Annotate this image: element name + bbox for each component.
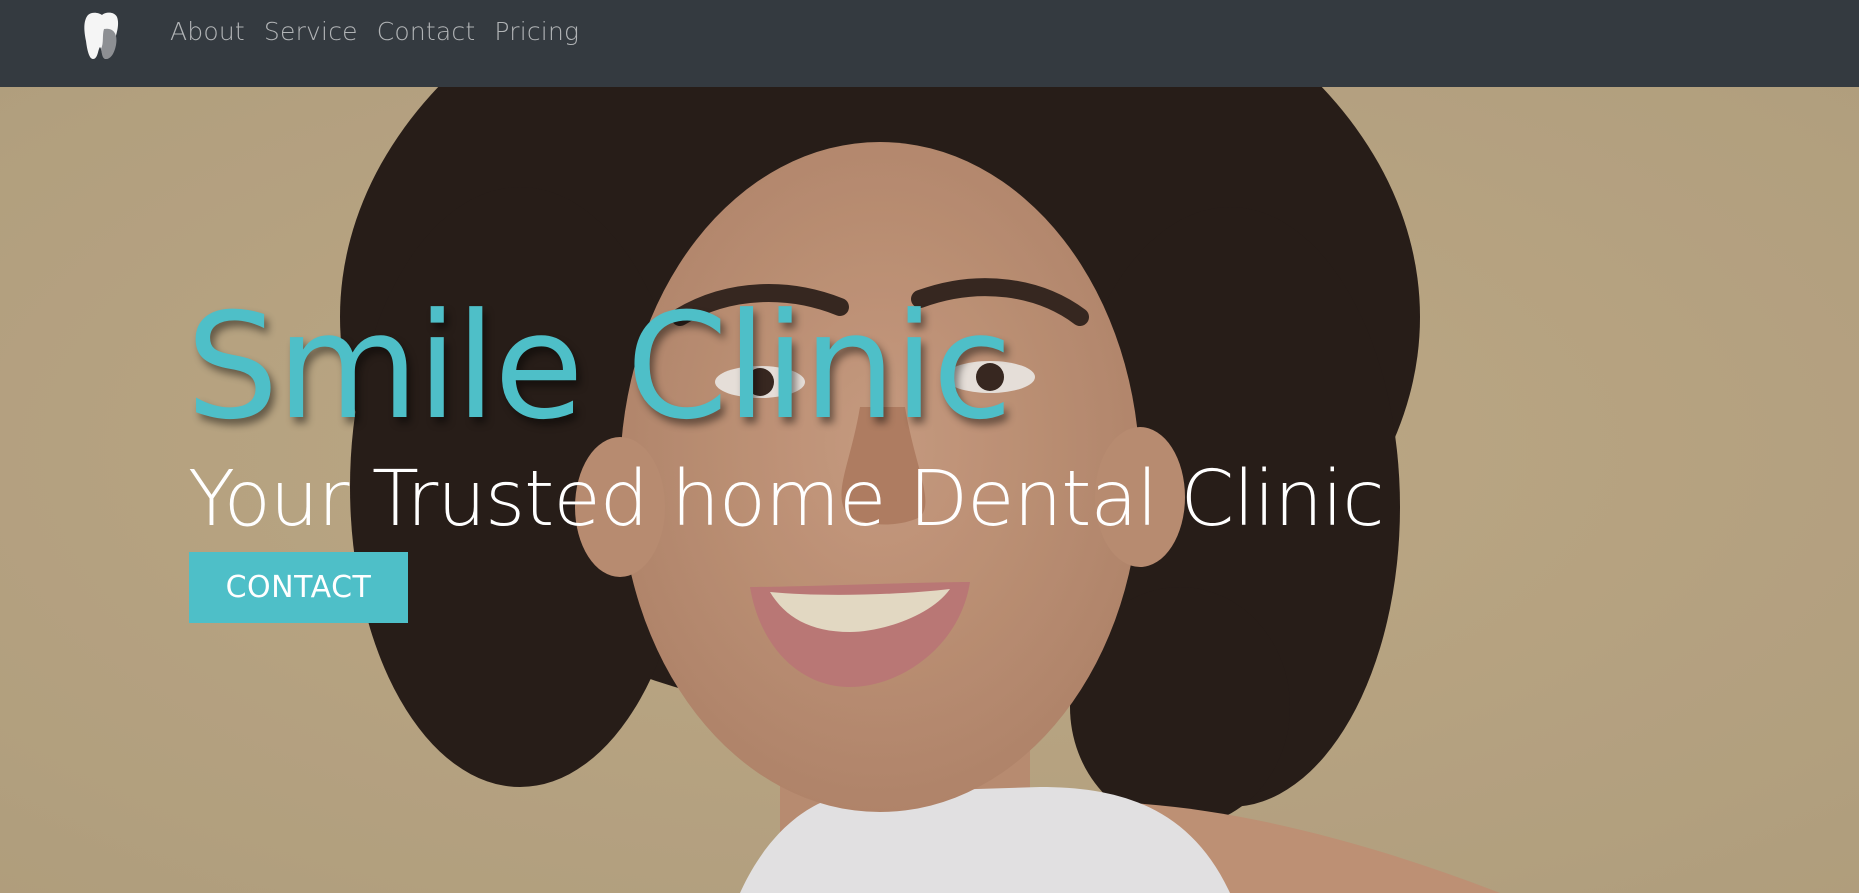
hero-subtitle: Your Trusted home Dental Clinic: [188, 455, 1385, 544]
contact-button[interactable]: CONTACT: [189, 552, 408, 623]
nav-link-pricing[interactable]: Pricing: [494, 17, 579, 46]
nav-link-contact[interactable]: Contact: [377, 17, 476, 46]
nav-links: About Service Contact Pricing: [170, 17, 579, 46]
nav-link-about[interactable]: About: [170, 17, 245, 46]
navbar: About Service Contact Pricing: [0, 0, 1859, 87]
hero-title: Smile Clinic: [186, 282, 1013, 452]
tooth-icon[interactable]: [80, 9, 120, 61]
nav-link-service[interactable]: Service: [264, 17, 358, 46]
hero-section: Smile Clinic Your Trusted home Dental Cl…: [0, 87, 1859, 893]
